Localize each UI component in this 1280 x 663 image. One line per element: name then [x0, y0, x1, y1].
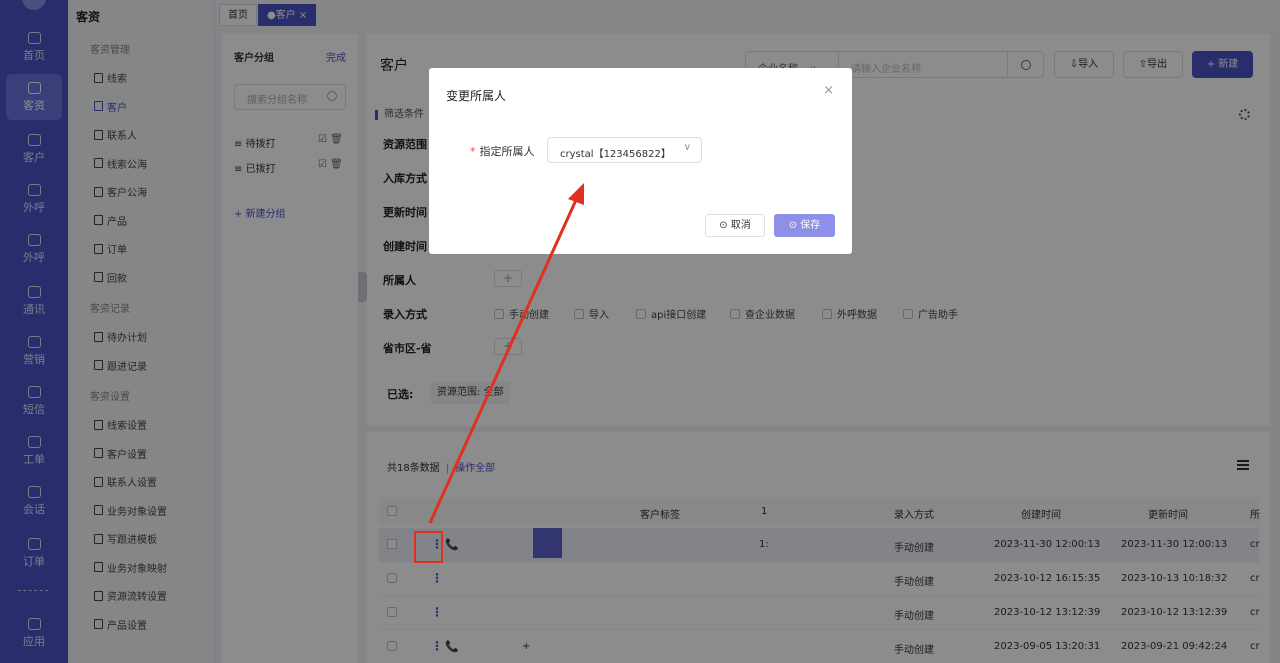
annotation-arrow: [428, 183, 584, 524]
